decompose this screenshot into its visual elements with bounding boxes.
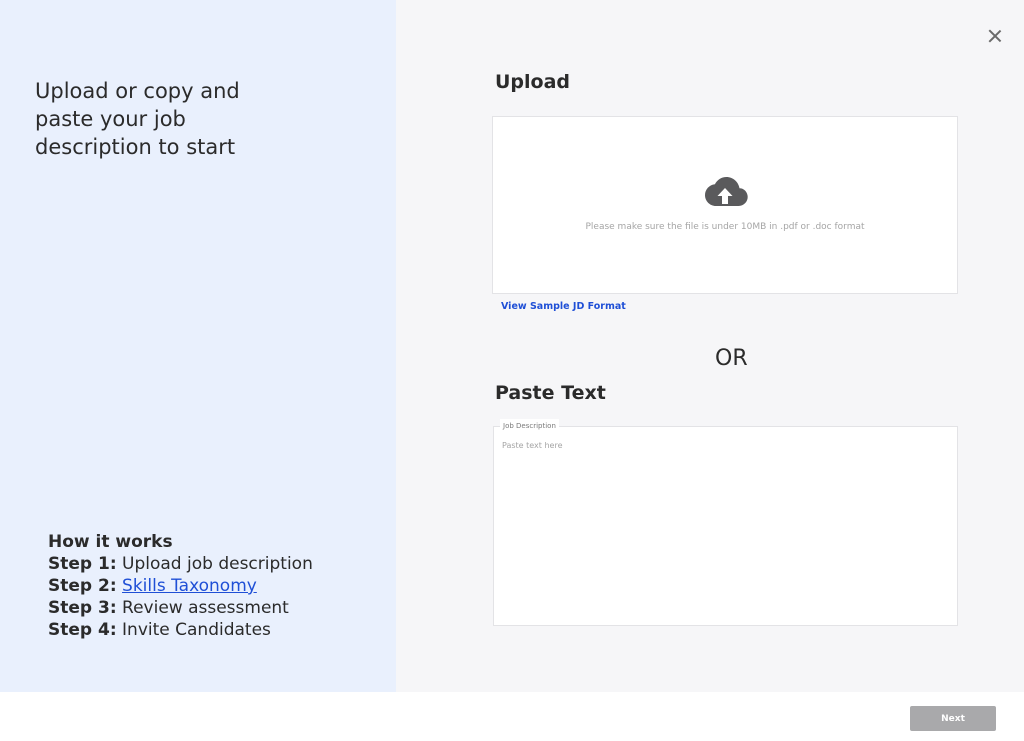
upload-dropzone[interactable]: Please make sure the file is under 10MB … — [492, 116, 958, 294]
cloud-upload-icon — [705, 177, 748, 206]
step-3-label: Step 3: — [48, 598, 117, 618]
step-4: Step 4: Invite Candidates — [48, 619, 313, 641]
footer — [0, 692, 1024, 741]
upload-hint: Please make sure the file is under 10MB … — [585, 222, 865, 232]
step-1: Step 1: Upload job description — [48, 553, 313, 575]
step-3-text: Review assessment — [122, 598, 289, 618]
step-4-text: Invite Candidates — [122, 620, 271, 640]
step-2: Step 2: Skills Taxonomy — [48, 575, 313, 597]
job-description-label: Job Description — [500, 419, 559, 433]
step-4-label: Step 4: — [48, 620, 117, 640]
paste-text-title: Paste Text — [495, 382, 606, 404]
job-description-textarea[interactable] — [502, 441, 950, 617]
step-1-text: Upload job description — [122, 554, 313, 574]
job-description-field: Job Description — [493, 419, 958, 626]
upload-title: Upload — [495, 71, 571, 93]
close-icon[interactable] — [986, 27, 1004, 45]
page-headline: Upload or copy and paste your job descri… — [35, 79, 240, 159]
view-sample-jd-link[interactable]: View Sample JD Format — [501, 301, 626, 312]
or-divider: OR — [715, 346, 748, 371]
next-button[interactable]: Next — [910, 706, 996, 731]
how-it-works-title: How it works — [48, 532, 173, 552]
skills-taxonomy-link[interactable]: Skills Taxonomy — [122, 576, 257, 596]
step-3: Step 3: Review assessment — [48, 597, 313, 619]
step-1-label: Step 1: — [48, 554, 117, 574]
step-2-label: Step 2: — [48, 576, 117, 596]
how-it-works: How it works Step 1: Upload job descript… — [48, 531, 313, 641]
